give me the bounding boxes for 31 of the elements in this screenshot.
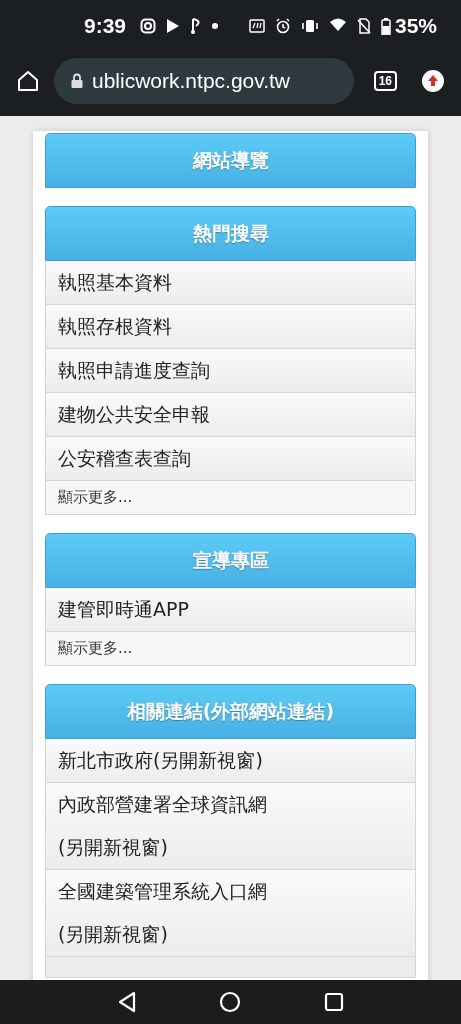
show-more-link[interactable]: 顯示更多... — [45, 481, 416, 515]
update-icon[interactable] — [421, 69, 445, 93]
clock-time: 9:39 — [84, 14, 127, 38]
alarm-icon — [274, 18, 291, 34]
refresh-rate-icon — [248, 18, 265, 34]
recents-icon[interactable] — [323, 992, 344, 1012]
url-text: ublicwork.ntpc.gov.tw — [92, 69, 291, 93]
list-item[interactable]: 內政部營建署全球資訊網 (另開新視窗) — [45, 783, 416, 870]
list-item[interactable]: 執照申請進度查詢 — [45, 349, 416, 393]
lock-icon — [70, 73, 84, 89]
vibrate-icon — [300, 18, 319, 34]
dot-icon — [212, 23, 219, 29]
list-item[interactable]: 建物公共安全申報 — [45, 393, 416, 437]
list-item[interactable]: 建管即時通APP — [45, 588, 416, 632]
list-item[interactable]: 公安稽查表查詢 — [45, 437, 416, 481]
show-more-link[interactable]: 顯示更多... — [45, 632, 416, 666]
play-icon — [166, 18, 181, 34]
music-note-icon — [190, 17, 203, 35]
home-icon[interactable] — [16, 69, 40, 93]
battery-percent: 35% — [394, 14, 437, 38]
back-icon[interactable] — [117, 991, 138, 1013]
list-item[interactable]: 執照基本資料 — [45, 261, 416, 305]
home-button-icon[interactable] — [219, 991, 242, 1013]
no-sim-icon — [356, 18, 371, 34]
tab-count-button[interactable]: 16 — [373, 71, 397, 91]
battery-icon — [380, 17, 391, 35]
address-bar[interactable]: ublicwork.ntpc.gov.tw — [54, 58, 354, 104]
list-item[interactable]: 新北市政府(另開新視窗) — [45, 739, 416, 783]
list-item[interactable]: 全國建築管理系統入口網 (另開新視窗) — [45, 870, 416, 957]
list-item[interactable]: 執照存根資料 — [45, 305, 416, 349]
camera-icon — [140, 18, 157, 34]
